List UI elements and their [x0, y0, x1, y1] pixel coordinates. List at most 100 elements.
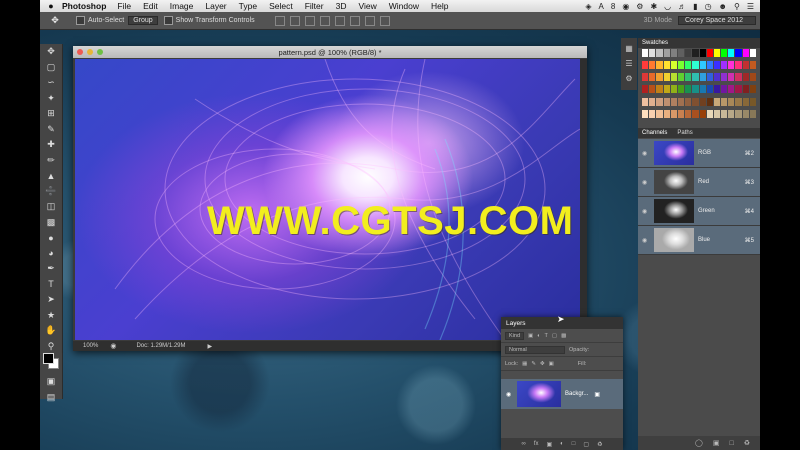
color-swatch[interactable] [742, 61, 749, 70]
list-icon[interactable]: ☰ [747, 2, 754, 11]
color-swatch[interactable] [685, 49, 692, 57]
trash-icon[interactable]: ♻ [597, 441, 602, 448]
color-swatch[interactable] [692, 85, 699, 94]
color-swatch[interactable] [742, 97, 749, 106]
color-swatch[interactable] [728, 73, 735, 82]
color-swatch[interactable] [677, 73, 685, 82]
color-swatch[interactable] [649, 109, 656, 118]
color-swatch[interactable] [642, 97, 649, 106]
color-swatch[interactable] [749, 97, 756, 106]
visibility-eye-icon[interactable]: ◉ [642, 208, 652, 215]
color-swatch[interactable] [649, 97, 656, 106]
color-swatch[interactable] [649, 73, 656, 82]
type-tool-icon[interactable]: T [40, 277, 62, 293]
layer-style-icon[interactable]: fx [534, 441, 539, 447]
link-layers-icon[interactable]: ∞ [522, 441, 526, 447]
color-swatch[interactable] [642, 61, 649, 70]
color-swatch[interactable] [670, 73, 677, 82]
filter-shape-icon[interactable]: ▢ [552, 333, 557, 339]
align-bottom-icon[interactable] [304, 15, 315, 26]
document-scrollbar[interactable] [580, 59, 587, 340]
color-swatch[interactable] [713, 61, 721, 70]
color-swatch[interactable] [728, 109, 735, 118]
layer-row[interactable]: ◉ Backgr... ▣ [501, 379, 623, 409]
color-swatch[interactable] [721, 61, 728, 70]
color-swatch[interactable] [735, 73, 742, 82]
app-menu[interactable]: Photoshop [62, 1, 106, 11]
align-middle-icon[interactable] [289, 15, 300, 26]
color-swatch[interactable] [721, 73, 728, 82]
color-swatch[interactable] [663, 49, 670, 57]
eyedropper-tool-icon[interactable]: ✎ [40, 122, 62, 138]
distribute-horizontal-icon[interactable] [379, 15, 390, 26]
document-titlebar[interactable]: pattern.psd @ 100% (RGB/8) * [73, 46, 587, 58]
color-swatch[interactable] [656, 85, 663, 94]
color-swatch[interactable] [749, 85, 756, 94]
color-swatch[interactable] [713, 97, 721, 106]
shape-tool-icon[interactable]: ★ [40, 308, 62, 324]
record-icon[interactable]: ◉ [622, 2, 629, 11]
channel-row[interactable]: ◉ Green ⌘4 [638, 197, 760, 226]
clock-icon[interactable]: ◷ [705, 2, 712, 11]
color-swatch[interactable] [735, 109, 742, 118]
color-swatch[interactable] [656, 109, 663, 118]
color-swatch[interactable] [699, 73, 706, 82]
notification-count[interactable]: 8 [611, 2, 615, 11]
auto-select-checkbox[interactable] [76, 16, 85, 25]
color-swatch[interactable] [685, 85, 692, 94]
color-swatch[interactable] [706, 85, 713, 94]
color-swatch[interactable] [649, 61, 656, 70]
color-swatch[interactable] [706, 97, 713, 106]
color-swatch[interactable] [749, 109, 756, 118]
crop-tool-icon[interactable]: ⊞ [40, 106, 62, 122]
color-swatch[interactable] [728, 97, 735, 106]
foreground-color-swatch[interactable] [43, 353, 54, 364]
visibility-eye-icon[interactable]: ◉ [506, 391, 511, 398]
color-swatch[interactable] [706, 109, 713, 118]
color-swatch[interactable] [656, 49, 663, 57]
color-swatch[interactable] [649, 85, 656, 94]
blur-tool-icon[interactable]: ● [40, 230, 62, 246]
workspace-dropdown[interactable]: Corey Space 2012 [678, 16, 756, 25]
color-swatch[interactable] [749, 49, 756, 57]
color-swatch[interactable] [742, 73, 749, 82]
color-swatch[interactable] [677, 97, 685, 106]
color-swatch[interactable] [699, 49, 706, 57]
status-menu-arrow-icon[interactable]: ▶ [208, 343, 213, 350]
tab-channels[interactable]: Channels [642, 130, 667, 136]
status-options-icon[interactable]: ◉ [110, 342, 116, 350]
color-swatch[interactable] [721, 85, 728, 94]
color-swatch[interactable] [728, 61, 735, 70]
pen-tool-icon[interactable]: ✒ [40, 261, 62, 277]
color-swatch[interactable] [742, 49, 749, 57]
color-swatch[interactable] [735, 97, 742, 106]
color-swatch[interactable] [699, 85, 706, 94]
path-selection-tool-icon[interactable]: ➤ [40, 292, 62, 308]
color-swatch[interactable] [713, 85, 721, 94]
color-swatch[interactable] [742, 85, 749, 94]
color-swatch[interactable] [663, 109, 670, 118]
screen-mode-icon[interactable]: ▤ [40, 390, 62, 406]
hand-tool-icon[interactable]: ✋ [40, 323, 62, 339]
color-swatch[interactable] [642, 85, 649, 94]
new-channel-icon[interactable]: □ [729, 440, 733, 447]
color-swatch[interactable] [692, 73, 699, 82]
color-swatch[interactable] [663, 97, 670, 106]
align-left-icon[interactable] [319, 15, 330, 26]
history-brush-tool-icon[interactable]: ➗ [40, 184, 62, 200]
new-group-icon[interactable]: □ [572, 441, 576, 447]
color-panel-icon[interactable]: ▦ [621, 44, 637, 53]
lock-position-icon[interactable]: ✥ [540, 361, 545, 367]
color-swatch[interactable] [692, 61, 699, 70]
adjustment-layer-icon[interactable]: ◐ [560, 441, 564, 447]
color-swatch[interactable] [721, 49, 728, 57]
blend-mode-dropdown[interactable]: Normal [505, 345, 565, 354]
menu-3d[interactable]: 3D [336, 1, 347, 11]
color-swatch[interactable] [692, 109, 699, 118]
color-swatch[interactable] [713, 73, 721, 82]
color-swatch[interactable] [749, 73, 756, 82]
save-selection-icon[interactable]: ▣ [713, 439, 720, 447]
align-center-icon[interactable] [334, 15, 345, 26]
distribute-icon[interactable] [364, 15, 375, 26]
lock-all-icon[interactable]: ▣ [549, 361, 554, 367]
